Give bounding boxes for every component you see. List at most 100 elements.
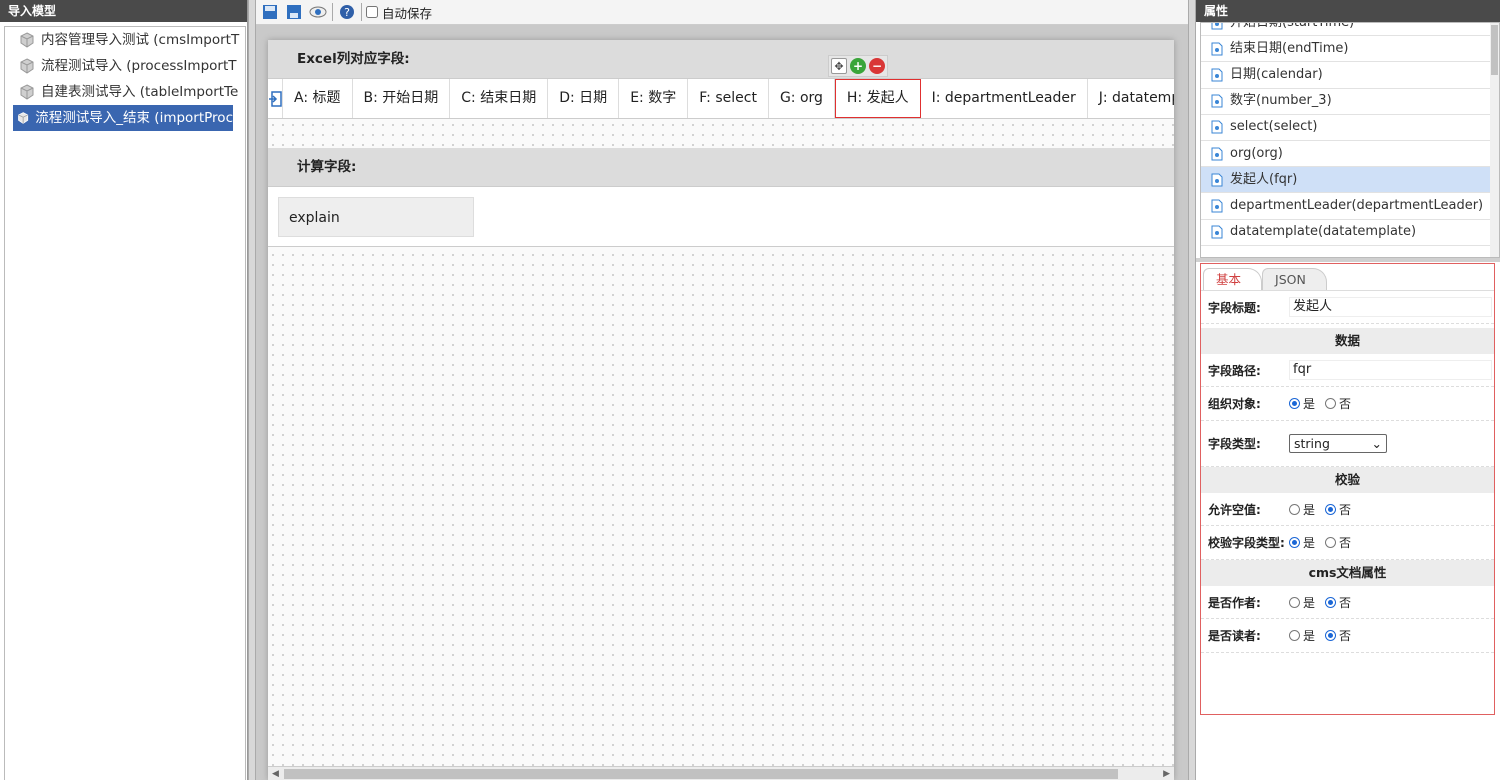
field-icon	[1211, 120, 1223, 134]
excel-column[interactable]: F: select	[688, 79, 769, 118]
field-icon	[1211, 42, 1223, 56]
radio-yes[interactable]: 是	[1289, 534, 1315, 551]
radio-yes[interactable]: 是	[1289, 594, 1315, 611]
field-item[interactable]: 日期(calendar)	[1201, 62, 1499, 89]
tab-json[interactable]: JSON	[1262, 268, 1327, 290]
field-icon	[1211, 94, 1223, 108]
autosave-checkbox[interactable]: 自动保存	[366, 3, 432, 22]
autosave-label: 自动保存	[382, 5, 433, 21]
radio-label: 是	[1303, 397, 1316, 411]
group-header-data: 数据	[1201, 328, 1494, 354]
tab-basic[interactable]: 基本	[1203, 268, 1263, 290]
field-icon	[1211, 23, 1223, 30]
canvas-gap	[268, 119, 1174, 148]
field-item[interactable]: org(org)	[1201, 141, 1499, 168]
preview-button[interactable]	[308, 2, 328, 22]
excel-column[interactable]: D: 日期	[548, 79, 620, 118]
move-icon[interactable]: ✥	[831, 58, 847, 74]
radio-dot-checked	[1325, 596, 1336, 608]
prop-label: 校验字段类型:	[1208, 536, 1285, 550]
autosave-input[interactable]	[366, 6, 378, 18]
radio-no[interactable]: 否	[1325, 534, 1351, 551]
calc-field-bar: explain	[268, 186, 1174, 247]
import-column-button[interactable]	[268, 79, 283, 118]
prop-row-org: 组织对象: 是 否	[1201, 387, 1494, 421]
radio-label: 是	[1303, 629, 1316, 643]
field-path-input[interactable]: fqr	[1289, 360, 1492, 380]
field-title-input[interactable]: 发起人	[1289, 297, 1492, 317]
prop-label: 字段标题:	[1208, 300, 1261, 315]
excel-column[interactable]: B: 开始日期	[353, 79, 451, 118]
prop-row-validate-type: 校验字段类型: 是 否	[1201, 526, 1494, 560]
scrollbar-thumb[interactable]	[284, 769, 1118, 779]
field-type-select[interactable]: string ⌄	[1289, 434, 1387, 453]
excel-column[interactable]: G: org	[769, 79, 835, 118]
field-item[interactable]: 数字(number_3)	[1201, 89, 1499, 115]
radio-label: 是	[1303, 536, 1316, 550]
scrollbar-thumb[interactable]	[1491, 25, 1498, 75]
excel-column[interactable]: C: 结束日期	[450, 79, 549, 118]
radio-dot-checked	[1325, 503, 1336, 515]
prop-row-title: 字段标题: 发起人	[1201, 291, 1494, 324]
excel-column[interactable]: E: 数字	[619, 79, 689, 118]
right-panel: 属性 开始日期(startTime) 结束日期(endTime) 日期(cale…	[1196, 0, 1500, 780]
radio-yes[interactable]: 是	[1289, 501, 1315, 518]
save-as-button[interactable]	[284, 2, 304, 22]
radio-dot	[1289, 503, 1300, 515]
radio-no[interactable]: 否	[1325, 501, 1351, 518]
toolbar-separator	[361, 3, 362, 21]
field-item[interactable]: departmentLeader(departmentLeader)	[1201, 193, 1499, 220]
field-item-label: select(select)	[1230, 119, 1318, 135]
radio-dot-checked	[1289, 398, 1300, 409]
tree-item[interactable]: 流程测试导入 (processImportT	[5, 53, 245, 79]
field-item[interactable]: select(select)	[1201, 115, 1499, 141]
org-object-radios: 是 否	[1289, 395, 1494, 412]
prop-label: 组织对象:	[1208, 397, 1261, 411]
radio-no[interactable]: 否	[1325, 395, 1351, 412]
remove-icon[interactable]: −	[869, 58, 885, 74]
model-tree: 内容管理导入测试 (cmsImportT 流程测试导入 (processImpo…	[4, 26, 246, 780]
right-horizontal-splitter[interactable]	[1196, 258, 1500, 262]
horizontal-scrollbar[interactable]: ◀ ▶	[268, 766, 1174, 780]
radio-label: 否	[1339, 397, 1352, 411]
add-icon[interactable]: +	[850, 58, 866, 74]
excel-column-bar: A: 标题 B: 开始日期 C: 结束日期 D: 日期 E: 数字 F: sel…	[268, 78, 1174, 119]
properties-panel: 基本 JSON 字段标题: 发起人 数据 字段路径: fqr 组织对象: 是 否…	[1200, 263, 1495, 715]
excel-column[interactable]: I: departmentLeader	[921, 79, 1088, 118]
svg-text:?: ?	[344, 6, 350, 19]
cube-icon	[20, 32, 34, 48]
excel-column-active[interactable]: H: 发起人	[834, 79, 921, 118]
excel-column[interactable]: A: 标题	[283, 79, 353, 118]
cube-icon	[20, 84, 34, 100]
radio-label: 否	[1339, 536, 1352, 550]
excel-column[interactable]: J: datatemplate	[1088, 79, 1174, 118]
save-button[interactable]	[260, 2, 280, 22]
radio-no[interactable]: 否	[1325, 627, 1351, 644]
select-value: string	[1294, 436, 1330, 451]
left-splitter[interactable]	[248, 0, 256, 780]
field-item[interactable]: datatemplate(datatemplate)	[1201, 220, 1499, 246]
field-item[interactable]: 开始日期(startTime)	[1201, 23, 1499, 37]
scroll-left-icon[interactable]: ◀	[272, 769, 279, 779]
field-item-selected[interactable]: 发起人(fqr)	[1201, 167, 1499, 194]
radio-yes[interactable]: 是	[1289, 395, 1315, 412]
tree-item[interactable]: 自建表测试导入 (tableImportTe	[5, 79, 245, 105]
cube-icon	[20, 58, 34, 74]
field-item[interactable]: 结束日期(endTime)	[1201, 36, 1499, 63]
prop-label: 是否作者:	[1208, 595, 1261, 610]
field-list-scrollbar[interactable]	[1490, 23, 1499, 257]
radio-yes[interactable]: 是	[1289, 627, 1315, 644]
scroll-right-icon[interactable]: ▶	[1163, 769, 1170, 779]
prop-row-author: 是否作者: 是 否	[1201, 586, 1494, 619]
right-splitter[interactable]	[1188, 0, 1196, 780]
calc-field-explain[interactable]: explain	[278, 197, 474, 237]
is-author-radios: 是 否	[1289, 594, 1494, 611]
save-icon	[263, 5, 277, 19]
tree-item-selected[interactable]: 流程测试导入_结束 (importProc	[13, 105, 233, 131]
toolbar-separator	[332, 3, 333, 21]
prop-label: 字段类型:	[1208, 437, 1261, 451]
tree-item[interactable]: 内容管理导入测试 (cmsImportT	[5, 27, 245, 53]
radio-no[interactable]: 否	[1325, 594, 1351, 611]
radio-dot-checked	[1325, 630, 1336, 641]
help-button[interactable]: ?	[337, 2, 357, 22]
